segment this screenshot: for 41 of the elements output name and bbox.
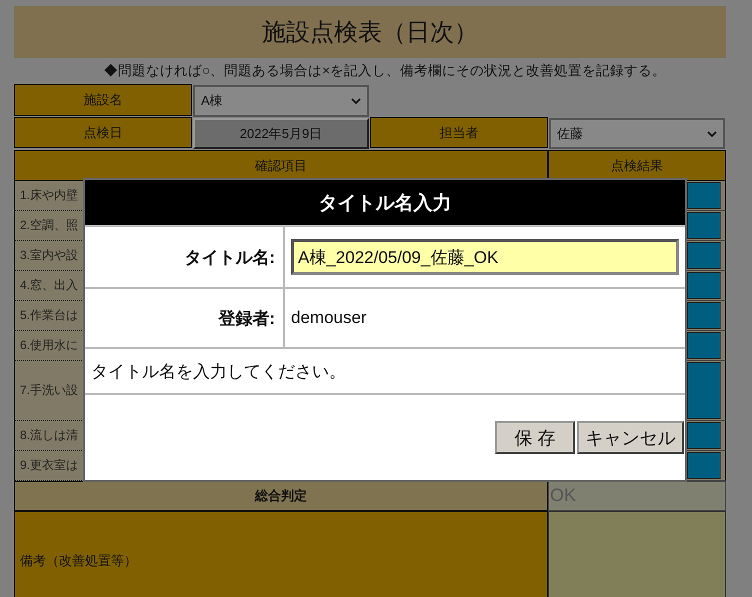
result-button[interactable] xyxy=(687,422,721,449)
result-button[interactable] xyxy=(687,182,721,209)
result-button[interactable] xyxy=(687,272,721,299)
field-label: タイトル名: xyxy=(184,246,275,268)
chevron-down-icon xyxy=(707,130,717,136)
date-label: 点検日 xyxy=(14,117,192,148)
check-item-text: 8.流しは清 xyxy=(20,427,78,444)
person-select[interactable]: 佐藤 xyxy=(549,118,725,149)
facility-label: 施設名 xyxy=(14,84,192,116)
remarks-field[interactable] xyxy=(548,511,726,597)
result-button[interactable] xyxy=(687,302,721,329)
check-item-text: 1.床や内壁 xyxy=(20,187,78,204)
check-item-text: 7.手洗い設 xyxy=(20,382,78,399)
check-item-text: 9.更衣室は xyxy=(20,457,78,474)
title-input-field[interactable]: A棟_2022/05/09_佐藤_OK xyxy=(291,239,679,275)
result-button[interactable] xyxy=(687,242,721,269)
instruction-text: ◆問題なければ○、問題ある場合は×を記入し、備考欄にその状況と改善処置を記録する。 xyxy=(102,62,668,80)
check-item-text: 5.作業台は xyxy=(20,307,78,324)
dialog-message: タイトル名を入力してください。 xyxy=(91,360,346,382)
column-header: 点検結果 xyxy=(548,150,726,181)
result-button[interactable] xyxy=(687,212,721,239)
cancel-button[interactable]: キャンセル xyxy=(577,421,684,454)
dialog-title: タイトル名入力 xyxy=(318,192,452,216)
check-item-text: 6.使用水に xyxy=(20,337,78,354)
remarks-label: 備考（改善処置等） xyxy=(14,511,548,597)
date-field[interactable]: 2022年5月9日 xyxy=(193,118,369,149)
person-label: 担当者 xyxy=(370,117,548,148)
save-button[interactable]: 保 存 xyxy=(495,421,575,454)
check-item-text: 3.室内や設 xyxy=(20,247,78,264)
result-button[interactable] xyxy=(687,362,721,419)
page-title: 施設点検表（日次） xyxy=(262,18,478,48)
chevron-down-icon xyxy=(351,98,361,104)
result-button[interactable] xyxy=(687,452,721,479)
field-value: demouser xyxy=(291,308,367,328)
column-header: 確認項目 xyxy=(14,150,548,181)
check-item-text: 4.窓、出入 xyxy=(20,277,78,294)
field-label: 登録者: xyxy=(218,308,275,330)
overall-label: 総合判定 xyxy=(14,481,548,511)
check-item-text: 2.空調、照 xyxy=(20,217,78,234)
facility-select[interactable]: A棟 xyxy=(193,85,369,117)
result-button[interactable] xyxy=(687,332,721,359)
